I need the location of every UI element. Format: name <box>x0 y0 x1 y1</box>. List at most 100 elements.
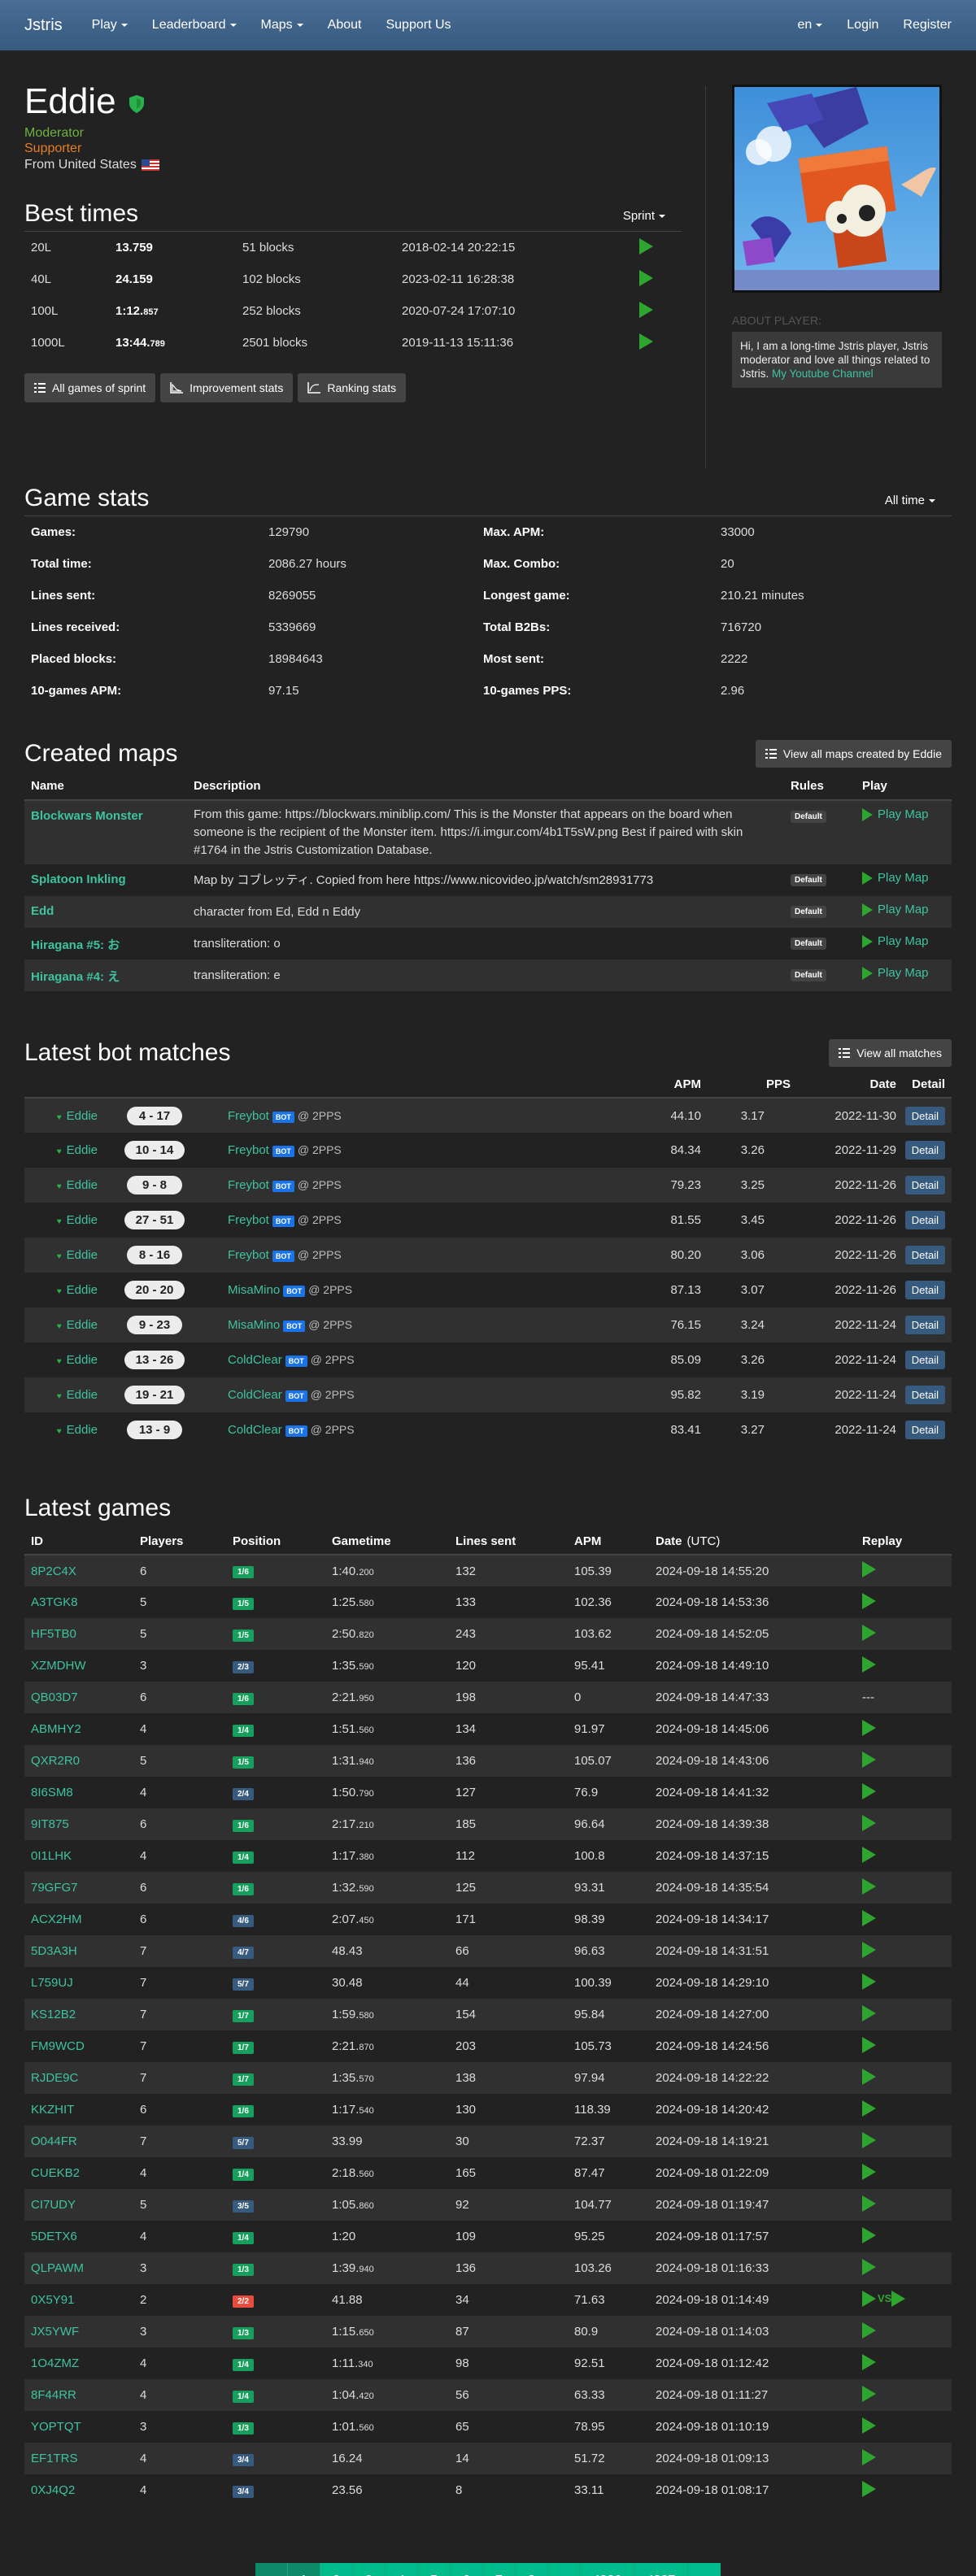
game-id-link[interactable]: 8I6SM8 <box>31 1786 73 1799</box>
detail-button[interactable]: Detail <box>904 1386 945 1404</box>
game-id-link[interactable]: 8P2C4X <box>31 1564 76 1578</box>
detail-button[interactable]: Detail <box>904 1246 945 1264</box>
nav-support[interactable]: Support Us <box>386 18 451 33</box>
play-icon[interactable] <box>862 2226 876 2243</box>
play-map-link[interactable]: Play Map <box>862 934 929 948</box>
play-icon[interactable] <box>862 2448 876 2465</box>
play-icon[interactable] <box>862 2068 876 2085</box>
bot-name-link[interactable]: ColdClear <box>228 1388 282 1402</box>
game-id-link[interactable]: 0X5Y91 <box>31 2293 74 2307</box>
detail-button[interactable]: Detail <box>904 1281 945 1299</box>
play-map-link[interactable]: Play Map <box>862 903 929 916</box>
play-icon[interactable] <box>862 2385 876 2402</box>
play-icon[interactable] <box>862 1592 876 1609</box>
game-id-link[interactable]: 0I1LHK <box>31 1849 72 1863</box>
play-icon[interactable] <box>862 1751 876 1768</box>
bot-name-link[interactable]: Freybot <box>228 1213 269 1227</box>
map-name-link[interactable]: Splatoon Inkling <box>31 872 126 886</box>
detail-button[interactable]: Detail <box>904 1211 945 1229</box>
play-icon[interactable] <box>862 1719 876 1736</box>
game-id-link[interactable]: ABMHY2 <box>31 1722 81 1736</box>
bot-name-link[interactable]: Freybot <box>228 1143 269 1157</box>
game-id-link[interactable]: FM9WCD <box>31 2039 85 2053</box>
bot-name-link[interactable]: ColdClear <box>228 1423 282 1437</box>
game-id-link[interactable]: EF1TRS <box>31 2452 78 2465</box>
game-id-link[interactable]: A3TGK8 <box>31 1595 78 1609</box>
detail-button[interactable]: Detail <box>904 1141 945 1160</box>
pagination-prev[interactable]: ‹ <box>255 2563 288 2576</box>
play-icon[interactable] <box>639 237 653 255</box>
game-id-link[interactable]: 79GFG7 <box>31 1881 78 1895</box>
play-icon[interactable] <box>862 2195 876 2212</box>
nav-play[interactable]: Play <box>92 18 128 33</box>
pagination-page[interactable]: 5 <box>418 2563 451 2576</box>
play-map-link[interactable]: Play Map <box>862 871 929 885</box>
play-icon[interactable] <box>862 2417 876 2434</box>
period-dropdown[interactable]: All time <box>885 494 935 507</box>
map-name-link[interactable]: Hiragana #5: お <box>31 938 120 952</box>
player-link[interactable]: ♥ Eddie <box>57 1248 98 1262</box>
player-link[interactable]: ♥ Eddie <box>57 1318 98 1332</box>
play-icon[interactable] <box>862 2004 876 2021</box>
play-icon[interactable] <box>862 2480 876 2497</box>
game-id-link[interactable]: QLPAWM <box>31 2261 84 2275</box>
game-id-link[interactable]: CI7UDY <box>31 2198 76 2212</box>
play-icon[interactable] <box>862 2353 876 2370</box>
game-id-link[interactable]: 0XJ4Q2 <box>31 2483 75 2497</box>
game-id-link[interactable]: 8F44RR <box>31 2388 76 2402</box>
play-icon[interactable] <box>862 1814 876 1831</box>
play-icon[interactable] <box>862 1561 876 1577</box>
play-icon[interactable] <box>639 269 653 286</box>
player-link[interactable]: ♥ Eddie <box>57 1109 98 1123</box>
pagination-page[interactable]: 1 <box>288 2563 320 2576</box>
play-icon[interactable] <box>862 2321 876 2339</box>
login-link[interactable]: Login <box>847 18 878 33</box>
play-icon[interactable] <box>862 1941 876 1958</box>
pagination-next[interactable]: › <box>688 2563 721 2576</box>
player-link[interactable]: ♥ Eddie <box>57 1283 98 1297</box>
game-id-link[interactable]: HF5TB0 <box>31 1627 76 1641</box>
play-icon[interactable] <box>862 1878 876 1895</box>
vs-replay-button[interactable]: VS <box>862 2290 906 2307</box>
pagination-page[interactable]: 4327 <box>634 2563 688 2576</box>
map-name-link[interactable]: Edd <box>31 904 54 918</box>
play-icon[interactable] <box>639 333 653 350</box>
game-id-link[interactable]: RJDE9C <box>31 2071 78 2085</box>
play-icon[interactable] <box>862 2258 876 2275</box>
play-icon[interactable] <box>862 1782 876 1799</box>
bot-name-link[interactable]: Freybot <box>228 1178 269 1192</box>
game-id-link[interactable]: KKZHIT <box>31 2103 74 2117</box>
pagination-page[interactable]: 4326 <box>581 2563 634 2576</box>
play-icon[interactable] <box>862 1846 876 1863</box>
bot-name-link[interactable]: Freybot <box>228 1109 269 1123</box>
pagination-page[interactable]: 7 <box>483 2563 516 2576</box>
all-games-button[interactable]: All games of sprint <box>24 373 156 402</box>
play-map-link[interactable]: Play Map <box>862 807 929 821</box>
language-select[interactable]: en <box>797 18 823 33</box>
game-id-link[interactable]: QXR2R0 <box>31 1754 80 1768</box>
play-icon[interactable] <box>862 2163 876 2180</box>
pagination-page[interactable]: 3 <box>353 2563 386 2576</box>
detail-button[interactable]: Detail <box>904 1106 945 1125</box>
detail-button[interactable]: Detail <box>904 1316 945 1334</box>
play-icon[interactable] <box>862 2131 876 2148</box>
game-id-link[interactable]: 5DETX6 <box>31 2230 77 2243</box>
player-link[interactable]: ♥ Eddie <box>57 1178 98 1192</box>
detail-button[interactable]: Detail <box>904 1351 945 1369</box>
game-id-link[interactable]: ACX2HM <box>31 1912 82 1926</box>
pagination-page[interactable]: 4 <box>386 2563 418 2576</box>
play-icon[interactable] <box>862 1624 876 1641</box>
game-id-link[interactable]: YOPTQT <box>31 2420 81 2434</box>
bot-name-link[interactable]: Freybot <box>228 1248 269 1262</box>
view-all-matches-button[interactable]: View all matches <box>829 1039 952 1067</box>
player-link[interactable]: ♥ Eddie <box>57 1388 98 1402</box>
improvement-button[interactable]: Improvement stats <box>160 373 294 402</box>
sprint-dropdown[interactable]: Sprint <box>623 209 665 223</box>
detail-button[interactable]: Detail <box>904 1421 945 1439</box>
player-link[interactable]: ♥ Eddie <box>57 1353 98 1367</box>
bot-name-link[interactable]: ColdClear <box>228 1353 282 1367</box>
youtube-link[interactable]: My Youtube Channel <box>772 368 874 380</box>
game-id-link[interactable]: 1O4ZMZ <box>31 2356 79 2370</box>
play-icon[interactable] <box>862 2036 876 2053</box>
bot-name-link[interactable]: MisaMino <box>228 1318 280 1332</box>
